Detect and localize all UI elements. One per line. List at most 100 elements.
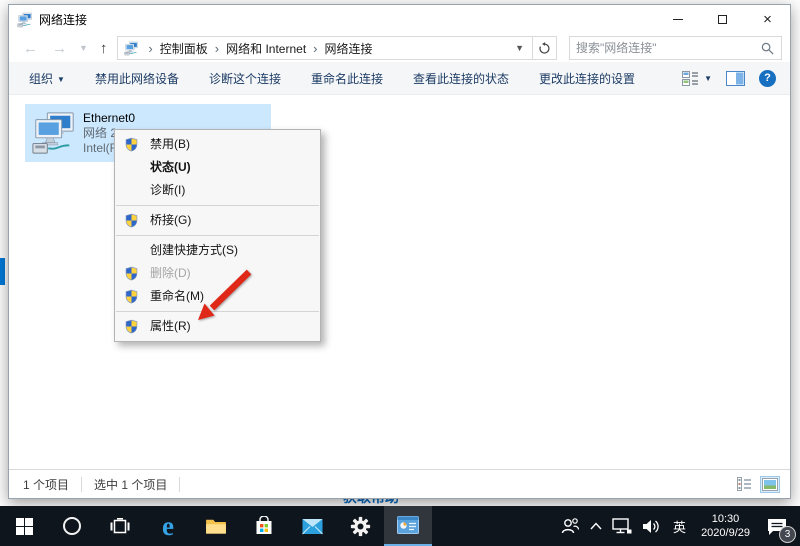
background-accent-bar (0, 258, 5, 285)
address-bar[interactable]: › 控制面板 › 网络和 Internet › 网络连接 ▼ (117, 36, 557, 60)
cortana-circle-icon (62, 516, 82, 536)
breadcrumb-chevron-icon: › (208, 41, 226, 56)
edge-button[interactable]: e (144, 506, 192, 546)
uac-shield-icon (124, 319, 139, 334)
clock-time: 10:30 (701, 512, 750, 526)
help-button[interactable]: ? (759, 70, 776, 87)
title-bar[interactable]: 网络连接 × (9, 5, 790, 34)
view-status-command[interactable]: 查看此连接的状态 (413, 70, 509, 87)
uac-shield-icon (124, 289, 139, 304)
rename-connection-command[interactable]: 重命名此连接 (311, 70, 383, 87)
command-bar: 组织▼ 禁用此网络设备 诊断这个连接 重命名此连接 查看此连接的状态 更改此连接… (9, 62, 790, 95)
mail-button[interactable] (288, 506, 336, 546)
action-center-button[interactable]: 3 (758, 506, 800, 546)
task-view-icon (110, 518, 130, 535)
network-tray-button[interactable] (607, 506, 637, 546)
store-icon (254, 516, 274, 536)
menu-item-create-shortcut[interactable]: 创建快捷方式(S) (115, 239, 320, 262)
selected-count-label: 选中 1 个项目 (94, 476, 179, 493)
notification-badge: 3 (779, 526, 796, 543)
change-settings-command[interactable]: 更改此连接的设置 (539, 70, 635, 87)
maximize-button[interactable] (700, 5, 745, 34)
clock[interactable]: 10:30 2020/9/29 (693, 512, 758, 540)
context-menu: 禁用(B) 状态(U) 诊断(I) 桥接(G) 创建快捷方式(S) 删除(D) … (114, 129, 321, 342)
organize-menu-button[interactable]: 组织▼ (29, 70, 65, 87)
chevron-down-icon: ▼ (704, 74, 712, 83)
taskbar-app-network-connections[interactable] (384, 506, 432, 546)
minimize-button[interactable] (655, 5, 700, 34)
large-icons-view-button[interactable] (760, 476, 780, 493)
close-icon: × (763, 12, 772, 27)
file-explorer-icon (205, 517, 227, 535)
people-button[interactable] (555, 506, 585, 546)
up-button[interactable]: ↑ (96, 41, 112, 56)
breadcrumb-network-internet[interactable]: 网络和 Internet (226, 40, 306, 57)
address-dropdown-icon[interactable]: ▼ (507, 43, 532, 53)
speaker-icon (642, 518, 661, 535)
refresh-icon (538, 42, 551, 55)
forward-button[interactable]: → (48, 41, 71, 56)
edge-icon: e (162, 513, 174, 540)
task-view-button[interactable] (96, 506, 144, 546)
microsoft-store-button[interactable] (240, 506, 288, 546)
window-title: 网络连接 (39, 11, 87, 28)
search-input[interactable] (570, 41, 761, 55)
ime-indicator[interactable]: 英 (666, 506, 693, 546)
menu-item-delete: 删除(D) (115, 262, 320, 285)
uac-shield-icon (124, 266, 139, 281)
menu-separator (116, 235, 319, 236)
ethernet-adapter-icon (31, 110, 77, 156)
search-icon (761, 42, 774, 55)
diagnose-connection-command[interactable]: 诊断这个连接 (209, 70, 281, 87)
recent-locations-dropdown[interactable]: ▼ (77, 43, 90, 53)
search-box[interactable] (569, 36, 782, 60)
network-connections-icon (17, 12, 33, 28)
item-count-label: 1 个项目 (23, 476, 81, 493)
uac-shield-icon (124, 137, 139, 152)
status-bar: 1 个项目 选中 1 个项目 (9, 469, 790, 498)
refresh-button[interactable] (532, 37, 556, 59)
details-view-icon (737, 477, 752, 491)
show-hidden-icons-button[interactable] (585, 506, 607, 546)
menu-separator (116, 311, 319, 312)
menu-item-properties[interactable]: 属性(R) (115, 315, 320, 338)
menu-item-rename[interactable]: 重命名(M) (115, 285, 320, 308)
close-button[interactable]: × (745, 5, 790, 34)
status-divider (81, 477, 82, 492)
network-connections-app-icon (397, 516, 419, 534)
windows-logo-icon (16, 518, 33, 535)
start-button[interactable] (0, 506, 48, 546)
breadcrumb-chevron-icon: › (141, 41, 159, 56)
status-divider (179, 477, 180, 492)
preview-pane-button[interactable] (726, 71, 745, 86)
breadcrumb-network-connections[interactable]: 网络连接 (325, 40, 373, 57)
settings-button[interactable] (336, 506, 384, 546)
people-icon (560, 517, 580, 535)
change-view-button[interactable]: ▼ (682, 71, 712, 86)
menu-item-bridge[interactable]: 桥接(G) (115, 209, 320, 232)
change-view-icon (682, 71, 699, 86)
minimize-icon (673, 19, 683, 20)
taskbar: e (0, 506, 800, 546)
volume-tray-button[interactable] (637, 506, 666, 546)
uac-shield-icon (124, 213, 139, 228)
details-view-button[interactable] (735, 475, 754, 493)
large-icons-view-icon (762, 478, 778, 491)
back-button[interactable]: ← (19, 41, 42, 56)
menu-item-disable[interactable]: 禁用(B) (115, 133, 320, 156)
network-status-icon (612, 518, 632, 535)
menu-item-diagnose[interactable]: 诊断(I) (115, 179, 320, 202)
navigation-bar: ← → ▼ ↑ › 控制面板 › 网络和 Internet › 网络连接 ▼ (9, 34, 790, 62)
disable-device-command[interactable]: 禁用此网络设备 (95, 70, 179, 87)
maximize-icon (718, 15, 727, 24)
mail-icon (302, 518, 323, 535)
breadcrumb-control-panel[interactable]: 控制面板 (160, 40, 208, 57)
settings-gear-icon (350, 516, 371, 537)
address-location-icon (124, 41, 139, 56)
file-explorer-button[interactable] (192, 506, 240, 546)
cortana-button[interactable] (48, 506, 96, 546)
breadcrumb-chevron-icon: › (306, 41, 324, 56)
connection-name: Ethernet0 (83, 111, 135, 126)
menu-item-status[interactable]: 状态(U) (115, 156, 320, 179)
chevron-up-icon (590, 522, 602, 530)
